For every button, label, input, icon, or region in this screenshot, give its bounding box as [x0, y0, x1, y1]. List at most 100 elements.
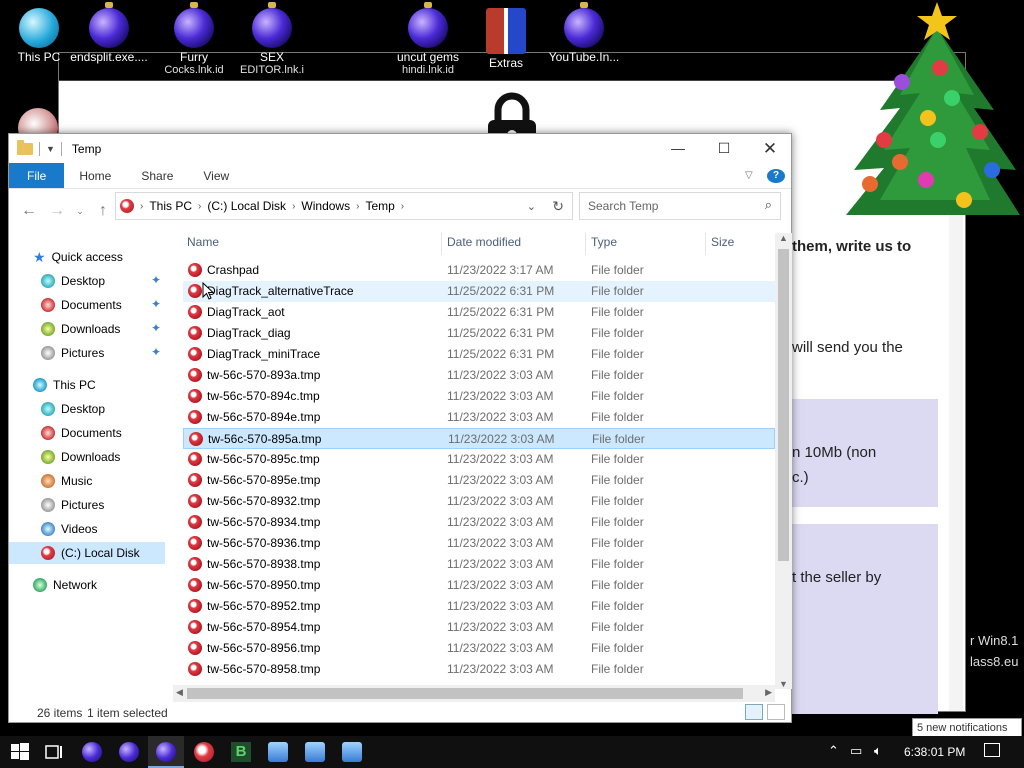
scroll-left-icon[interactable]: ◀ [176, 687, 183, 698]
sex-editor-desktop-icon[interactable]: SEX EDITOR.lnk.i [233, 0, 311, 74]
address-bar[interactable]: › This PC › (C:) Local Disk › Windows › … [115, 192, 573, 220]
action-center-icon[interactable] [984, 743, 1000, 757]
horizontal-scroll-thumb[interactable] [187, 688, 743, 699]
nav-qa-downloads[interactable]: Downloads [41, 318, 120, 340]
tab-view[interactable]: View [188, 163, 244, 188]
green-b-app-icon[interactable]: B [231, 742, 251, 762]
up-arrow-icon[interactable]: ↑ [91, 202, 115, 220]
file-row[interactable]: DiagTrack_diag 11/25/2022 6:31 PM File fol… [183, 323, 775, 344]
notification-toast[interactable]: 5 new notifications [912, 718, 1022, 738]
breadcrumb-this-pc[interactable]: This PC [145, 199, 196, 213]
file-row[interactable]: tw-56c-570-8936.tmp 11/23/2022 3:03 AM Fil… [183, 533, 775, 554]
scroll-up-icon[interactable]: ▲ [779, 233, 788, 243]
breadcrumb-local-disk[interactable]: (C:) Local Disk [203, 199, 290, 213]
column-header-date-modified[interactable]: Date modified [447, 235, 521, 249]
nav-qa-desktop[interactable]: Desktop [41, 270, 105, 292]
column-header-type[interactable]: Type [591, 235, 617, 249]
app-window-icon[interactable] [342, 742, 362, 762]
file-row[interactable]: tw-56c-570-894e.tmp 11/23/2022 3:03 AM Fil… [183, 407, 775, 428]
videos-icon [41, 522, 55, 536]
nav-pc-videos[interactable]: Videos [41, 518, 97, 540]
vertical-scrollbar[interactable]: ▲ ▼ [775, 233, 792, 689]
file-row[interactable]: Crashpad 11/23/2022 3:17 AM File folder [183, 260, 775, 281]
search-input[interactable]: Search Temp ⌕ [579, 192, 781, 220]
column-header-name[interactable]: Name [187, 235, 219, 249]
file-row[interactable]: tw-56c-570-895e.tmp 11/23/2022 3:03 AM Fil… [183, 470, 775, 491]
furry-desktop-icon[interactable]: Furry Cocks.lnk.id [155, 0, 233, 74]
item-count: 26 items [37, 706, 83, 720]
ornament-app-icon[interactable] [82, 742, 102, 762]
file-type: File folder [591, 305, 644, 319]
file-row[interactable]: tw-56c-570-895c.tmp 11/23/2022 3:03 AM Fil… [183, 449, 775, 470]
details-view-icon[interactable] [745, 704, 763, 720]
file-row[interactable]: tw-56c-570-894c.tmp 11/23/2022 3:03 AM Fil… [183, 386, 775, 407]
help-icon[interactable]: ? [767, 169, 785, 183]
breadcrumb-windows[interactable]: Windows [297, 199, 354, 213]
app-window-icon[interactable] [305, 742, 325, 762]
task-view-icon[interactable] [44, 742, 64, 762]
maximize-button[interactable]: ☐ [701, 134, 747, 163]
file-row[interactable]: DiagTrack_alternativeTrace 11/25/2022 6:3… [183, 281, 775, 302]
forward-arrow-icon[interactable]: → [45, 202, 69, 220]
file-row[interactable]: tw-56c-570-895a.tmp 11/23/2022 3:03 AM Fil… [183, 428, 775, 449]
close-button[interactable]: ✕ [747, 134, 793, 163]
refresh-icon[interactable]: ↻ [552, 198, 564, 215]
tab-share[interactable]: Share [126, 163, 188, 188]
vertical-scroll-thumb[interactable] [778, 249, 789, 561]
extras-desktop-icon[interactable]: Extras [467, 0, 545, 70]
nav-pc-local-disk[interactable]: (C:) Local Disk [9, 542, 165, 564]
windows-start-icon[interactable] [10, 742, 30, 762]
volume-icon[interactable]: 🔈︎ [874, 743, 882, 759]
nav-pc-documents[interactable]: Documents [41, 422, 122, 444]
nav-pc-downloads[interactable]: Downloads [41, 446, 120, 468]
file-row[interactable]: tw-56c-570-8958.tmp 11/23/2022 3:03 AM Fil… [183, 659, 775, 680]
folder-icon [188, 284, 202, 298]
uncut-gems-desktop-icon[interactable]: uncut gems hindi.lnk.id [389, 0, 467, 74]
scroll-down-icon[interactable]: ▼ [779, 679, 788, 689]
scroll-right-icon[interactable]: ▶ [765, 687, 772, 698]
file-row[interactable]: tw-56c-570-8932.tmp 11/23/2022 3:03 AM Fil… [183, 491, 775, 512]
nav-qa-pictures[interactable]: Pictures [41, 342, 104, 364]
nav-pc-desktop[interactable]: Desktop [41, 398, 105, 420]
file-row[interactable]: tw-56c-570-8934.tmp 11/23/2022 3:03 AM Fil… [183, 512, 775, 533]
chevron-up-icon[interactable]: ⌃ [828, 743, 839, 759]
ornament-app-icon[interactable] [119, 742, 139, 762]
file-row[interactable]: tw-56c-570-8952.tmp 11/23/2022 3:03 AM Fil… [183, 596, 775, 617]
horizontal-scrollbar[interactable]: ◀ ▶ [173, 685, 775, 702]
file-row[interactable]: tw-56c-570-8956.tmp 11/23/2022 3:03 AM Fil… [183, 638, 775, 659]
youtube-desktop-icon[interactable]: YouTube.In... [545, 0, 623, 64]
chevron-down-icon[interactable]: ▼ [46, 144, 55, 154]
nav-this-pc[interactable]: This PC [33, 374, 96, 396]
tab-file[interactable]: File [9, 163, 65, 188]
recent-locations-chevron-icon[interactable]: ⌄ [73, 206, 87, 217]
tab-home[interactable]: Home [64, 163, 126, 188]
this-pc-desktop-icon[interactable]: This PC [0, 0, 78, 64]
explorer-titlebar[interactable]: ▼ Temp — ☐ ✕ [9, 134, 791, 163]
file-type: File folder [591, 599, 644, 613]
file-row[interactable]: DiagTrack_aot 11/25/2022 6:31 PM File fold… [183, 302, 775, 323]
file-row[interactable]: DiagTrack_miniTrace 11/25/2022 6:31 PM Fil… [183, 344, 775, 365]
large-icons-view-icon[interactable] [767, 704, 785, 720]
nav-pc-music[interactable]: Music [41, 470, 92, 492]
expand-ribbon-chevron-icon[interactable]: ▽ [745, 163, 767, 188]
red-app-icon[interactable] [194, 742, 214, 762]
nav-pc-pictures[interactable]: Pictures [41, 494, 104, 516]
column-header-size[interactable]: Size [711, 235, 734, 249]
nav-quick-access[interactable]: ★ Quick access [33, 246, 123, 268]
file-type: File folder [592, 432, 645, 446]
endsplit-desktop-icon[interactable]: endsplit.exe.... [70, 0, 148, 64]
active-taskbar-app[interactable] [148, 736, 184, 768]
file-row[interactable]: tw-56c-570-8938.tmp 11/23/2022 3:03 AM Fil… [183, 554, 775, 575]
clock[interactable]: 6:38:01 PM [904, 745, 965, 759]
back-arrow-icon[interactable]: ← [17, 202, 41, 220]
breadcrumb-temp[interactable]: Temp [361, 199, 398, 213]
file-row[interactable]: tw-56c-570-8950.tmp 11/23/2022 3:03 AM Fil… [183, 575, 775, 596]
address-dropdown-chevron-icon[interactable]: ⌄ [527, 200, 536, 213]
file-row[interactable]: tw-56c-570-893a.tmp 11/23/2022 3:03 AM Fil… [183, 365, 775, 386]
nav-qa-documents[interactable]: Documents [41, 294, 122, 316]
file-row[interactable]: tw-56c-570-8954.tmp 11/23/2022 3:03 AM Fil… [183, 617, 775, 638]
minimize-button[interactable]: — [655, 134, 701, 163]
nav-network[interactable]: Network [33, 574, 97, 596]
network-tray-icon[interactable]: ▭ [850, 743, 862, 759]
app-window-icon[interactable] [268, 742, 288, 762]
